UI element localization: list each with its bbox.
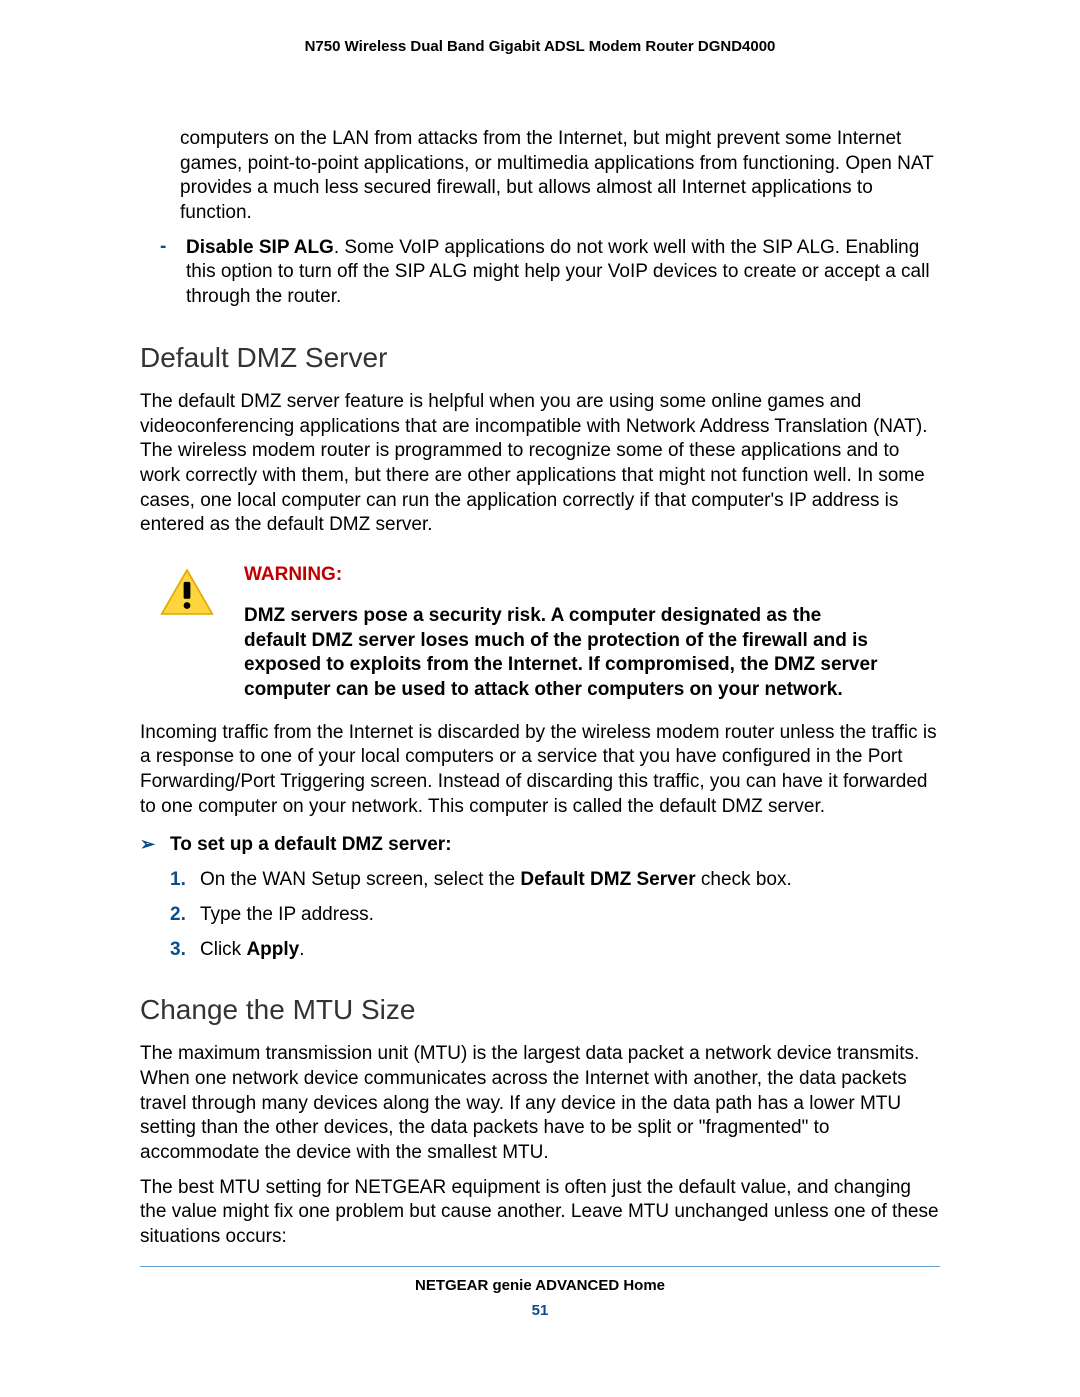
dash-item-lead: Disable SIP ALG <box>186 237 334 258</box>
procedure-heading: ➢ To set up a default DMZ server: <box>140 833 940 858</box>
step-3-post: . <box>299 939 304 960</box>
step-2: Type the IP address. <box>170 903 940 928</box>
dmz-paragraph-1: The default DMZ server feature is helpfu… <box>140 390 940 538</box>
step-1: On the WAN Setup screen, select the Defa… <box>170 868 940 893</box>
footer-divider <box>140 1266 940 1267</box>
step-1-pre: On the WAN Setup screen, select the <box>200 869 520 890</box>
top-paragraph: computers on the LAN from attacks from t… <box>180 127 940 226</box>
procedure-steps: On the WAN Setup screen, select the Defa… <box>170 868 940 962</box>
footer-page-number: 51 <box>140 1302 940 1319</box>
step-3: Click Apply. <box>170 938 940 963</box>
step-1-bold: Default DMZ Server <box>520 869 695 890</box>
warning-text: DMZ servers pose a security risk. A comp… <box>244 604 880 703</box>
step-3-bold: Apply <box>246 939 299 960</box>
heading-default-dmz-server: Default DMZ Server <box>140 342 940 374</box>
footer-section-title: NETGEAR genie ADVANCED Home <box>140 1277 940 1294</box>
page-header-title: N750 Wireless Dual Band Gigabit ADSL Mod… <box>140 38 940 55</box>
warning-label: WARNING: <box>244 564 880 586</box>
heading-change-mtu-size: Change the MTU Size <box>140 994 940 1026</box>
mtu-paragraph-1: The maximum transmission unit (MTU) is t… <box>140 1042 940 1165</box>
dash-item-content: Disable SIP ALG. Some VoIP applications … <box>186 236 940 310</box>
step-3-pre: Click <box>200 939 246 960</box>
warning-block: WARNING: DMZ servers pose a security ris… <box>160 564 940 703</box>
dash-list-item: - Disable SIP ALG. Some VoIP application… <box>160 236 940 310</box>
mtu-paragraph-2: The best MTU setting for NETGEAR equipme… <box>140 1176 940 1250</box>
dash-bullet-icon: - <box>160 236 186 310</box>
procedure-label: To set up a default DMZ server: <box>170 833 452 858</box>
warning-triangle-icon <box>160 568 220 616</box>
chevron-right-icon: ➢ <box>140 833 170 856</box>
step-1-post: check box. <box>696 869 792 890</box>
dmz-paragraph-2: Incoming traffic from the Internet is di… <box>140 721 940 820</box>
